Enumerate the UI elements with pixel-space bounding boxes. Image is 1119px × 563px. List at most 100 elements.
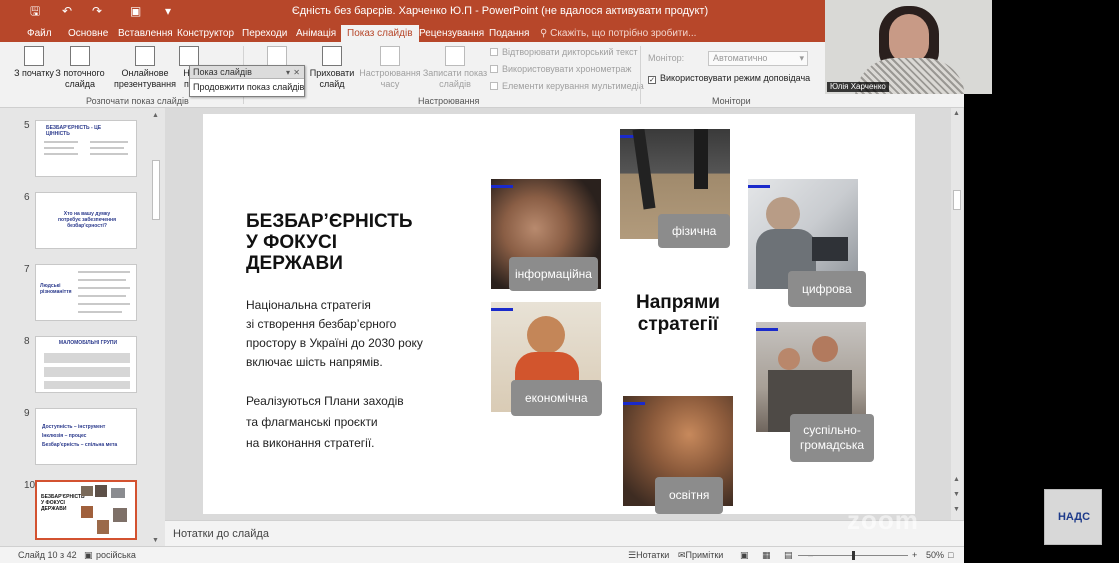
body-line: та флагманські проєкти — [246, 415, 378, 429]
thumb-title: Хто на вашу думку потребує забезпечення … — [58, 211, 116, 229]
powerpoint-window: 🖫 ↶ ↷ ▣ ▾ Єдність без барєрів. Харченко … — [0, 0, 964, 563]
group-label-setup: Настроювання — [418, 96, 480, 106]
save-icon[interactable]: 🖫 — [30, 4, 40, 19]
present-online-button[interactable]: Онлайнове презентування — [108, 46, 182, 90]
undo-icon[interactable]: ↶ — [62, 4, 72, 19]
ribbon: З початку З поточного слайда Онлайнове п… — [0, 42, 964, 108]
slideshow-start-icon[interactable]: ▣ — [130, 4, 141, 19]
thumb-line — [90, 153, 128, 155]
label-economic: економічна — [511, 380, 602, 416]
thumb-photo — [113, 508, 127, 522]
close-icon[interactable]: ✕ — [293, 66, 300, 79]
tab-view[interactable]: Подання — [489, 25, 529, 42]
notes-toggle[interactable]: ☰ Нотатки — [628, 547, 669, 563]
nads-logo: НАДС — [1044, 489, 1102, 545]
tab-design[interactable]: Конструктор — [177, 25, 234, 42]
reading-view-icon[interactable]: ▤ — [784, 547, 793, 563]
slide-thumbnail-selected[interactable]: БЕЗБАР'ЄРНІСТЬ У ФОКУСІ ДЕРЖАВИ — [35, 480, 137, 540]
thumb-line — [78, 311, 122, 313]
slide-thumbnail[interactable]: МАЛОМОБІЛЬНІ ГРУПИ — [35, 336, 137, 393]
slide-thumbnail[interactable]: Людські різноманіття — [35, 264, 137, 321]
scroll-down-icon[interactable]: ▼ — [953, 491, 960, 498]
tab-file[interactable]: Файл — [27, 25, 52, 42]
tab-review[interactable]: Рецензування — [419, 25, 484, 42]
slide-title-line: ДЕРЖАВИ — [246, 253, 343, 274]
scroll-up-icon[interactable]: ▲ — [953, 110, 960, 117]
notes-pane[interactable]: Нотатки до слайда — [165, 520, 964, 546]
zoom-percent[interactable]: 50% — [926, 547, 944, 563]
body-line: зі створення безбар’єрного — [246, 317, 397, 331]
participant-video[interactable]: Юлія Харченко — [825, 0, 992, 94]
chevron-down-icon[interactable]: ▾ — [286, 66, 290, 79]
resume-slideshow-button[interactable]: Продовжити показ слайдів — [190, 79, 304, 95]
fit-to-window-icon[interactable]: □ — [948, 547, 953, 563]
thumb-photo — [95, 485, 107, 497]
label-digital: цифрова — [788, 271, 866, 307]
spelling-icon[interactable]: ▣ — [84, 547, 93, 563]
slide-title[interactable]: БЕЗБАР’ЄРНІСТЬ У ФОКУСІ ДЕРЖАВИ — [246, 211, 413, 274]
from-current-button[interactable]: З поточного слайда — [52, 46, 108, 90]
slide-thumbnail[interactable]: Доступність – інструмент Інклюзія – проц… — [35, 408, 137, 465]
hide-slide-icon — [322, 46, 342, 66]
presenter-view-checkbox[interactable]: ✓ Використовувати режим доповідача — [648, 73, 810, 84]
slideshow-current-icon — [70, 46, 90, 66]
tab-transitions[interactable]: Переходи — [242, 25, 287, 42]
slide-body-text[interactable]: Національна стратегія зі створення безба… — [246, 296, 423, 372]
current-slide[interactable]: БЕЗБАР’ЄРНІСТЬ У ФОКУСІ ДЕРЖАВИ Націонал… — [203, 114, 915, 514]
body-line: Реалізуються Плани заходів — [246, 394, 404, 408]
thumb-title: МАЛОМОБІЛЬНІ ГРУПИ — [58, 340, 118, 346]
redo-icon[interactable]: ↷ — [92, 4, 102, 19]
normal-view-icon[interactable]: ▣ — [740, 547, 749, 563]
checkbox-checked: ✓ — [648, 76, 656, 84]
scroll-down-icon[interactable]: ▼ — [953, 506, 960, 513]
media-controls-checkbox[interactable]: Елементи керування мультимедіа — [490, 81, 644, 91]
body-line: простору в Україні до 2030 року — [246, 336, 423, 350]
thumb-line — [44, 153, 78, 155]
tell-me-search[interactable]: ⚲ Скажіть, що потрібно зробити... — [540, 25, 696, 42]
tab-slide-show[interactable]: Показ слайдів — [341, 25, 419, 42]
thumb-title: БЕЗБАР'ЄРНІСТЬ - ЦЕ ЦІННІСТЬ — [46, 125, 102, 137]
from-beginning-label: З початку — [14, 68, 54, 78]
scroll-down-icon[interactable]: ▼ — [152, 537, 159, 544]
scroll-up-icon[interactable]: ▲ — [152, 112, 159, 119]
floating-toolbar-header[interactable]: Показ слайдів ▾ ✕ — [190, 66, 304, 79]
timer-icon — [380, 46, 400, 66]
narration-checkbox[interactable]: Відтворювати дикторський текст — [490, 47, 638, 57]
thumb-number: 6 — [24, 192, 30, 203]
scrollbar-thumb[interactable] — [953, 190, 961, 210]
language-indicator[interactable]: російська — [96, 547, 136, 563]
customize-toolbar-icon[interactable]: ▾ — [165, 4, 171, 19]
thumb-number: 5 — [24, 120, 30, 131]
tab-animations[interactable]: Анімація — [296, 25, 336, 42]
from-current-label: З поточного слайда — [55, 68, 105, 89]
record-slideshow-button[interactable]: Записати показ слайдів — [420, 46, 490, 90]
thumbnails-scrollbar[interactable]: ▲ ▼ — [150, 110, 162, 546]
slide-sorter-icon[interactable]: ▦ — [762, 547, 771, 563]
zoom-slider-knob[interactable] — [852, 551, 855, 560]
rehearse-timings-button[interactable]: Настроювання часу — [358, 46, 422, 90]
monitor-dropdown[interactable]: Автоматично ▾ — [708, 51, 808, 66]
comments-toggle[interactable]: ✉ Примітки — [678, 547, 723, 563]
hide-slide-button[interactable]: Приховати слайд — [308, 46, 356, 90]
scroll-up-icon[interactable]: ▲ — [953, 476, 960, 483]
strategy-directions-title[interactable]: Напрями стратегії — [623, 292, 733, 336]
tab-home[interactable]: Основне — [68, 25, 108, 42]
from-beginning-button[interactable]: З початку — [14, 46, 54, 79]
scrollbar-thumb[interactable] — [152, 160, 160, 220]
body-line: Національна стратегія — [246, 298, 371, 312]
thumb-title: Доступність – інструмент Інклюзія – проц… — [42, 424, 118, 448]
zoom-in-icon[interactable]: + — [912, 547, 917, 563]
notes-placeholder: Нотатки до слайда — [173, 528, 269, 540]
thumb-line — [44, 147, 74, 149]
slide-thumbnail[interactable]: БЕЗБАР'ЄРНІСТЬ - ЦЕ ЦІННІСТЬ — [35, 120, 137, 177]
present-online-label: Онлайнове презентування — [114, 68, 176, 89]
slide-body-text-2[interactable]: Реалізуються Плани заходів та флагманськ… — [246, 391, 404, 454]
narration-label: Відтворювати дикторський текст — [502, 47, 638, 57]
slide-thumbnail[interactable]: Хто на вашу думку потребує забезпечення … — [35, 192, 137, 249]
tell-me-text: Скажіть, що потрібно зробити... — [550, 28, 697, 39]
editor-scrollbar[interactable]: ▲ ▲ ▼ ▼ — [951, 108, 963, 520]
tab-insert[interactable]: Вставлення — [118, 25, 173, 42]
timings-checkbox[interactable]: Використовувати хронометраж — [490, 64, 631, 74]
thumb-line — [78, 279, 126, 281]
thumb-icons-row — [44, 367, 130, 377]
